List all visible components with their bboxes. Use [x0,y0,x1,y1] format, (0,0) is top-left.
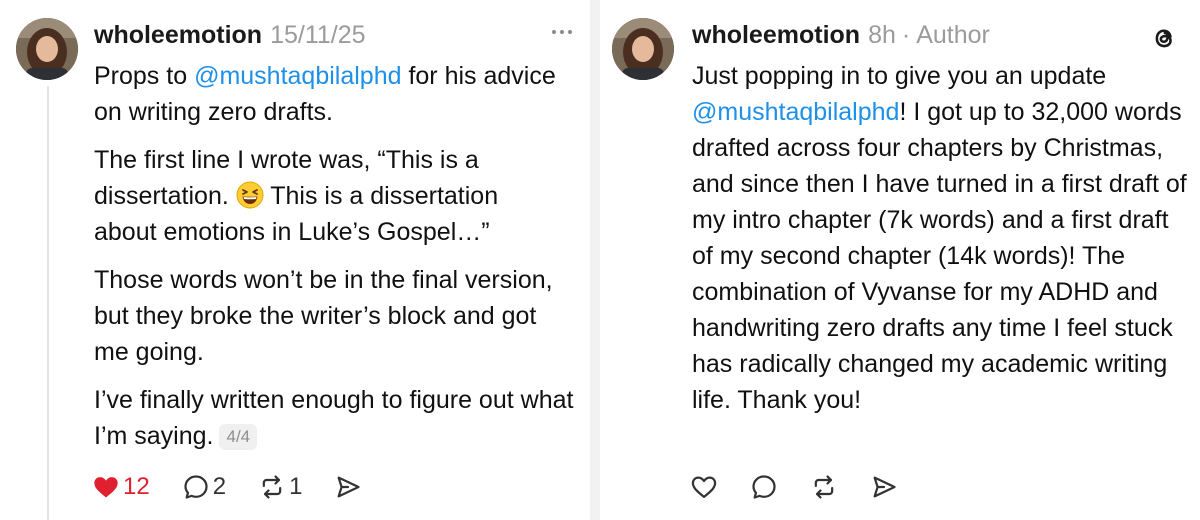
action-bar [690,470,930,504]
paragraph: Props to @mushtaqbilalphd for his advice… [94,62,556,126]
post-header: wholeemotion 8h · Author [692,18,990,52]
thread-line [47,86,49,520]
username[interactable]: wholeemotion [692,21,860,50]
heart-icon [94,477,118,498]
paragraph: Just popping in to give you an update @m… [692,62,1187,414]
like-count: 12 [123,473,150,500]
like-button[interactable]: 12 [92,473,150,501]
paragraph: I’ve finally written enough to figure ou… [94,386,574,450]
more-icon[interactable] [552,22,580,42]
grinning-squinting-face-emoji [236,181,264,209]
reply-icon [184,475,208,499]
share-icon [337,476,361,498]
author-label: Author [916,20,990,49]
avatar[interactable] [612,18,674,80]
repost-icon [814,475,834,499]
repost-icon [262,475,282,499]
mention-link[interactable]: @mushtaqbilalphd [692,98,899,126]
reply-button[interactable] [750,473,778,501]
reply-icon [752,475,776,499]
post-body: Just popping in to give you an update @m… [692,58,1192,430]
share-button[interactable] [334,473,362,501]
threads-logo-icon[interactable] [1150,24,1178,52]
share-button[interactable] [870,473,898,501]
paragraph: The first line I wrote was, “This is a d… [94,146,499,246]
share-icon [873,476,896,498]
heart-icon [691,476,717,499]
timestamp[interactable]: 15/11/25 [270,21,365,50]
paragraph: Those words won’t be in the final versio… [94,266,553,366]
post-body: Props to @mushtaqbilalphd for his advice… [94,58,574,466]
like-button[interactable] [690,473,718,501]
reply-button[interactable]: 2 [182,473,226,501]
left-post: wholeemotion 15/11/25 Props to @mushtaqb… [0,0,590,520]
mention-link[interactable]: @mushtaqbilalphd [194,62,401,90]
post-header: wholeemotion 15/11/25 [94,18,366,52]
timestamp[interactable]: 8h [868,21,896,50]
right-post: wholeemotion 8h · Author Just popping in… [600,0,1200,520]
reply-count: 2 [212,473,227,500]
avatar[interactable] [16,18,78,80]
repost-button[interactable]: 1 [258,473,302,501]
username[interactable]: wholeemotion [94,21,262,50]
action-bar: 12 2 1 [92,470,394,504]
page-indicator: 4/4 [219,424,258,450]
repost-count: 1 [289,473,303,500]
panel-divider [590,0,600,520]
separator: · [901,20,911,49]
repost-button[interactable] [810,473,838,501]
